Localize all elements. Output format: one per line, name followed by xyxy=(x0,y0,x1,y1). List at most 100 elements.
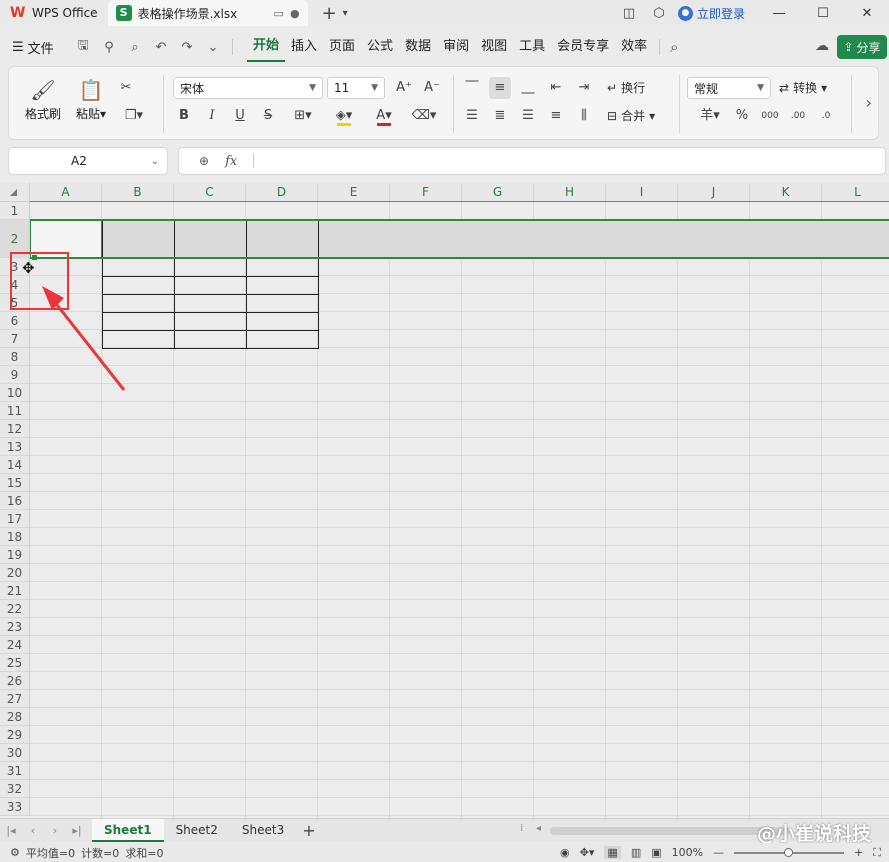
borders-icon[interactable]: ⊞▾ xyxy=(287,105,319,127)
distributed-icon[interactable]: ⫼ xyxy=(573,105,595,127)
menu-tab-4[interactable]: 数据 xyxy=(399,32,437,62)
fullscreen-icon[interactable]: ⛶ xyxy=(873,846,881,860)
row-header[interactable]: 8 xyxy=(0,348,30,366)
sheet-tab-3[interactable]: Sheet3 xyxy=(230,819,296,842)
table-cell[interactable] xyxy=(246,312,319,331)
table-cell[interactable] xyxy=(246,276,319,295)
row-header[interactable]: 22 xyxy=(0,600,30,618)
menu-tab-5[interactable]: 审阅 xyxy=(437,32,475,62)
sheet-tab-1[interactable]: Sheet1 xyxy=(92,819,164,842)
table-cell[interactable] xyxy=(174,330,247,349)
column-header[interactable]: L xyxy=(822,183,889,202)
align-top-icon[interactable]: ⎺ xyxy=(461,77,483,99)
scroll-divider-icon[interactable]: ⁞ xyxy=(520,823,523,834)
decrease-font-icon[interactable]: A⁻ xyxy=(421,77,443,99)
wrap-text-button[interactable]: ↵ 换行 xyxy=(607,79,645,96)
redo-icon[interactable]: ↷ xyxy=(174,40,200,55)
row-header[interactable]: 20 xyxy=(0,564,30,582)
row-header[interactable]: 9 xyxy=(0,366,30,384)
prev-sheet-icon[interactable]: ‹ xyxy=(22,824,44,837)
table-cell[interactable] xyxy=(174,220,247,259)
row-header[interactable]: 13 xyxy=(0,438,30,456)
chevron-right-icon[interactable]: › xyxy=(866,93,872,112)
first-sheet-icon[interactable]: |◂ xyxy=(0,824,22,837)
row-header[interactable]: 11 xyxy=(0,402,30,420)
justify-icon[interactable]: ≡ xyxy=(545,105,567,127)
row-header[interactable]: 21 xyxy=(0,582,30,600)
select-all-corner[interactable] xyxy=(0,183,30,202)
row-header[interactable]: 12 xyxy=(0,420,30,438)
column-header[interactable]: A xyxy=(30,183,102,202)
cut-icon[interactable]: ✂ xyxy=(115,77,137,99)
italic-button[interactable]: I xyxy=(201,105,223,127)
font-color-button[interactable]: A▾ xyxy=(367,105,401,127)
bold-button[interactable]: B xyxy=(173,105,195,127)
column-header[interactable]: I xyxy=(606,183,678,202)
row-header[interactable]: 26 xyxy=(0,672,30,690)
table-cell[interactable] xyxy=(174,312,247,331)
macro-icon[interactable]: ⚙ xyxy=(10,846,20,859)
decrease-decimal-icon[interactable]: .0 xyxy=(815,105,837,127)
row-header[interactable]: 32 xyxy=(0,780,30,798)
minimize-icon[interactable]: — xyxy=(757,6,801,21)
menu-tab-8[interactable]: 会员专享 xyxy=(551,32,615,62)
last-sheet-icon[interactable]: ▸| xyxy=(66,824,88,837)
paste-button[interactable]: 📋 粘贴▾ xyxy=(71,77,111,122)
share-button[interactable]: ⇪ 分享 xyxy=(837,35,887,59)
increase-decimal-icon[interactable]: .00 xyxy=(787,105,809,127)
row-header[interactable]: 23 xyxy=(0,618,30,636)
table-cell[interactable] xyxy=(246,330,319,349)
tab-list-chevron-icon[interactable]: ▾ xyxy=(343,8,348,19)
table-cell[interactable] xyxy=(246,220,319,259)
formula-bar[interactable]: ⊕ fx xyxy=(178,147,886,175)
row-header[interactable]: 24 xyxy=(0,636,30,654)
table-cell[interactable] xyxy=(102,220,175,259)
eraser-icon[interactable]: ⌫▾ xyxy=(407,105,441,127)
align-left-icon[interactable]: ☰ xyxy=(461,105,483,127)
scroll-left-icon[interactable]: ◂ xyxy=(536,823,541,834)
number-format-select[interactable]: 常规 ▼ xyxy=(687,77,771,99)
menu-tab-9[interactable]: 效率 xyxy=(615,32,653,62)
zoom-in-icon[interactable]: + xyxy=(854,846,863,859)
column-header[interactable]: E xyxy=(318,183,390,202)
row-header[interactable]: 14 xyxy=(0,456,30,474)
currency-button[interactable]: 羊▾ xyxy=(695,105,725,127)
table-cell[interactable] xyxy=(174,258,247,277)
row-header[interactable]: 31 xyxy=(0,762,30,780)
column-header[interactable]: H xyxy=(534,183,606,202)
zoom-slider[interactable] xyxy=(734,847,845,857)
row-header[interactable]: 15 xyxy=(0,474,30,492)
file-menu[interactable]: ☰ 文件 xyxy=(0,38,70,57)
merge-button[interactable]: ⊟ 合并 ▾ xyxy=(607,107,655,124)
row-header[interactable]: 6 xyxy=(0,312,30,330)
normal-view-icon[interactable]: ▦ xyxy=(604,846,621,859)
unsaved-dot-icon[interactable]: ● xyxy=(290,7,300,20)
strikethrough-button[interactable]: S xyxy=(257,105,279,127)
row-header[interactable]: 25 xyxy=(0,654,30,672)
horizontal-scrollbar[interactable] xyxy=(550,827,790,835)
copy-icon[interactable]: ❐▾ xyxy=(117,105,151,127)
page-layout-icon[interactable]: ▥ xyxy=(631,846,641,859)
view-mode-icon[interactable]: ✥▾ xyxy=(580,846,595,859)
align-center-icon[interactable]: ≣ xyxy=(489,105,511,127)
column-header[interactable]: B xyxy=(102,183,174,202)
wps-home-tab[interactable]: W WPS Office xyxy=(0,0,108,26)
font-name-select[interactable]: 宋体 ▼ xyxy=(173,77,323,99)
save-icon[interactable]: 🖫 xyxy=(70,36,96,58)
underline-button[interactable]: U xyxy=(229,105,251,127)
new-tab-plus-icon[interactable]: + xyxy=(322,3,337,24)
menu-tab-0[interactable]: 开始 xyxy=(247,32,286,62)
function-icon[interactable]: fx xyxy=(225,154,237,169)
row-header[interactable]: 16 xyxy=(0,492,30,510)
convert-button[interactable]: ⇄ 转换 ▾ xyxy=(779,79,827,96)
row-header[interactable]: 18 xyxy=(0,528,30,546)
row-header[interactable]: 27 xyxy=(0,690,30,708)
file-tab[interactable]: S 表格操作场景.xlsx ▭ ● xyxy=(107,0,308,26)
font-size-select[interactable]: 11 ▼ xyxy=(327,77,385,99)
column-header[interactable]: C xyxy=(174,183,246,202)
row-header[interactable]: 33 xyxy=(0,798,30,816)
page-break-icon[interactable]: ▣ xyxy=(651,846,661,859)
login-button[interactable]: ● 立即登录 xyxy=(677,5,745,22)
percent-button[interactable]: % xyxy=(731,105,753,127)
print-preview-icon[interactable]: ⌕ xyxy=(122,40,148,55)
